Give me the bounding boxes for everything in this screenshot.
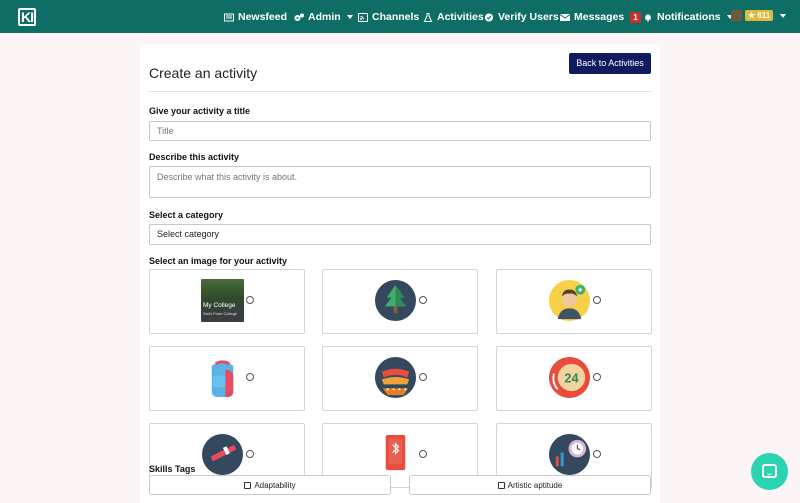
skill-tag-artistic-aptitude[interactable]: Artistic aptitude <box>409 475 651 495</box>
image-radio[interactable] <box>419 373 427 381</box>
image-radio[interactable] <box>593 373 601 381</box>
nav-newsfeed-label: Newsfeed <box>238 11 288 23</box>
nav-channels[interactable]: Channels <box>358 10 419 24</box>
nav-messages[interactable]: Messages 1 <box>560 10 641 24</box>
nav-activities[interactable]: Activities <box>423 10 484 24</box>
mobile-phone-icon <box>385 434 406 471</box>
nav-admin-label: Admin <box>308 11 341 23</box>
image-option-tile[interactable] <box>149 346 305 411</box>
chevron-down-icon[interactable] <box>780 14 786 18</box>
chat-icon <box>762 464 777 478</box>
my-college-photo: My College Sixth Form College <box>201 279 244 322</box>
checkbox-icon[interactable] <box>244 481 252 489</box>
star-icon: ★ <box>748 11 756 20</box>
skill-tag-label: Adaptability <box>254 480 296 490</box>
nav-notifications[interactable]: Notifications <box>643 10 733 24</box>
nav-admin[interactable]: Admin <box>294 10 353 24</box>
nav-activities-label: Activities <box>437 11 484 23</box>
nav-newsfeed[interactable]: Newsfeed <box>224 10 287 24</box>
image-radio[interactable] <box>246 373 254 381</box>
top-navbar: KI Newsfeed Admin Channels Activities Ve… <box>0 0 800 33</box>
chevron-down-icon <box>346 15 353 19</box>
graduate-person-icon <box>548 279 591 322</box>
image-caption: My College <box>203 302 236 309</box>
image-radio[interactable] <box>246 450 254 458</box>
image-option-tile[interactable]: My College Sixth Form College <box>149 269 305 334</box>
app-logo[interactable]: KI <box>18 8 36 26</box>
flask-icon <box>423 12 433 22</box>
category-select[interactable]: Select category <box>149 224 651 245</box>
nav-messages-label: Messages <box>574 11 625 23</box>
messages-count-badge: 1 <box>630 11 641 23</box>
image-radio[interactable] <box>246 296 254 304</box>
image-option-tile[interactable] <box>322 346 478 411</box>
skill-tag-adaptability[interactable]: Adaptability <box>149 475 391 495</box>
image-radio[interactable] <box>419 296 427 304</box>
description-textarea[interactable] <box>149 166 651 198</box>
title-label: Give your activity a title <box>149 106 251 116</box>
logo-text: KI <box>21 9 34 25</box>
nav-verify-users-label: Verify Users <box>498 11 559 23</box>
nav-verify-users[interactable]: Verify Users <box>484 10 559 24</box>
envelope-icon <box>560 13 570 21</box>
image-radio[interactable] <box>593 296 601 304</box>
create-activity-card: Create an activity Back to Activities Gi… <box>140 44 660 503</box>
check-circle-icon <box>484 12 494 22</box>
24-hour-clock-icon: 24 <box>548 356 591 399</box>
image-radio[interactable] <box>593 450 601 458</box>
cogs-icon <box>294 13 304 21</box>
checkbox-icon[interactable] <box>497 481 505 489</box>
nav-channels-label: Channels <box>372 11 420 23</box>
image-radio[interactable] <box>419 450 427 458</box>
description-label: Describe this activity <box>149 152 240 162</box>
telescope-icon <box>201 433 244 476</box>
image-option-tile[interactable] <box>496 269 652 334</box>
title-input[interactable] <box>149 121 651 141</box>
points-value: 611 <box>757 11 771 20</box>
stopwatch-icon <box>548 433 591 476</box>
page-title: Create an activity <box>149 65 258 81</box>
image-option-tile[interactable] <box>322 269 478 334</box>
image-label: Select an image for your activity <box>149 256 288 266</box>
svg-text:24: 24 <box>564 371 578 385</box>
pine-tree-icon <box>374 279 417 322</box>
chat-launcher-button[interactable] <box>751 453 788 490</box>
hotdog-icon <box>374 356 417 399</box>
skills-tags-label: Skills Tags <box>149 464 196 474</box>
user-avatar[interactable] <box>731 10 742 21</box>
newspaper-icon <box>224 13 234 21</box>
divider <box>149 91 651 92</box>
back-to-activities-button[interactable]: Back to Activities <box>569 53 651 74</box>
category-label: Select a category <box>149 210 224 220</box>
nav-notifications-label: Notifications <box>657 11 721 23</box>
backpack-icon <box>211 360 234 398</box>
image-subcaption: Sixth Form College <box>203 311 238 316</box>
rss-icon <box>358 12 368 22</box>
image-option-tile[interactable]: 24 <box>496 346 652 411</box>
skill-tag-label: Artistic aptitude <box>507 480 563 490</box>
points-badge[interactable]: ★ 611 <box>745 10 774 21</box>
bell-icon <box>645 13 651 22</box>
